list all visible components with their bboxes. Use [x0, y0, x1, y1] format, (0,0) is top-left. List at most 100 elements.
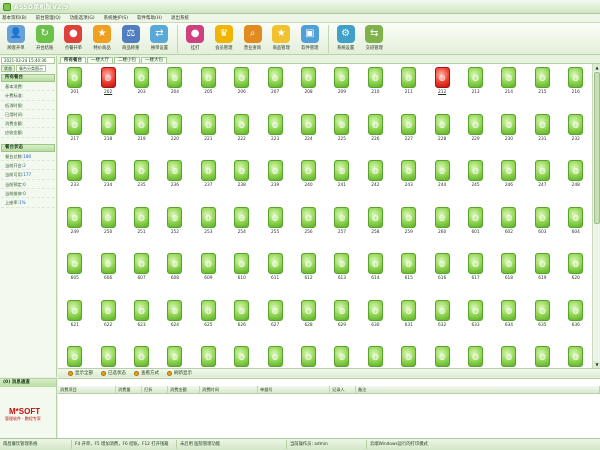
toolbar-button-3[interactable]: ★ 特价商品	[88, 23, 116, 55]
menu-basic[interactable]: 基本资料(B)	[2, 15, 27, 21]
table-244[interactable]: ◍ 244	[425, 157, 459, 207]
table-258[interactable]: ◍ 258	[359, 204, 393, 254]
table-221[interactable]: ◍ 221	[192, 111, 226, 161]
table-644[interactable]: ◍644	[292, 343, 326, 368]
table-204[interactable]: ◍ 204	[158, 64, 192, 114]
table-240[interactable]: ◍ 240	[292, 157, 326, 207]
table-229[interactable]: ◍ 229	[459, 111, 493, 161]
subtab-table-categories[interactable]: 餐台分类图示	[16, 65, 46, 72]
table-260[interactable]: ◍ 260	[425, 204, 459, 254]
table-641[interactable]: ◍641	[192, 343, 226, 368]
table-625[interactable]: ◍ 625	[192, 297, 226, 347]
table-201[interactable]: ◍ 201	[58, 64, 92, 114]
table-601[interactable]: ◍ 601	[459, 204, 493, 254]
table-226[interactable]: ◍ 226	[359, 111, 393, 161]
table-257[interactable]: ◍ 257	[325, 204, 359, 254]
table-639[interactable]: ◍639	[125, 343, 159, 368]
table-645[interactable]: ◍645	[325, 343, 359, 368]
table-633[interactable]: ◍ 633	[459, 297, 493, 347]
table-627[interactable]: ◍ 627	[258, 297, 292, 347]
table-632[interactable]: ◍ 632	[425, 297, 459, 347]
detail-column-header[interactable]: 消费时间	[200, 386, 258, 393]
table-207[interactable]: ◍ 207	[258, 64, 292, 114]
table-604[interactable]: ◍ 604	[559, 204, 592, 254]
table-248[interactable]: ◍ 248	[559, 157, 592, 207]
table-212[interactable]: ◍ 212	[425, 64, 459, 114]
table-607[interactable]: ◍ 607	[125, 250, 159, 300]
table-224[interactable]: ◍ 224	[292, 111, 326, 161]
toolbar-button-1[interactable]: ↻ 开台结账	[31, 23, 59, 55]
scroll-thumb[interactable]	[594, 72, 600, 224]
table-631[interactable]: ◍ 631	[392, 297, 426, 347]
table-634[interactable]: ◍ 634	[492, 297, 526, 347]
table-225[interactable]: ◍ 225	[325, 111, 359, 161]
table-242[interactable]: ◍ 242	[359, 157, 393, 207]
table-219[interactable]: ◍ 219	[125, 111, 159, 161]
table-206[interactable]: ◍ 206	[225, 64, 259, 114]
table-626[interactable]: ◍ 626	[225, 297, 259, 347]
table-256[interactable]: ◍ 256	[292, 204, 326, 254]
table-228[interactable]: ◍ 228	[425, 111, 459, 161]
table-649[interactable]: ◍649	[459, 343, 493, 368]
subtab-status[interactable]: 状态	[1, 65, 15, 72]
table-621[interactable]: ◍ 621	[58, 297, 92, 347]
table-616[interactable]: ◍ 616	[425, 250, 459, 300]
tables-scrollbar[interactable]: ▲ ▼	[592, 64, 600, 368]
table-223[interactable]: ◍ 223	[258, 111, 292, 161]
scroll-up-arrow[interactable]: ▲	[593, 64, 600, 71]
table-642[interactable]: ◍642	[225, 343, 259, 368]
table-610[interactable]: ◍ 610	[225, 250, 259, 300]
section-all-tables-header[interactable]: 所有餐台	[1, 74, 55, 82]
table-210[interactable]: ◍ 210	[359, 64, 393, 114]
table-605[interactable]: ◍ 605	[58, 250, 92, 300]
table-214[interactable]: ◍ 214	[492, 64, 526, 114]
table-611[interactable]: ◍ 611	[258, 250, 292, 300]
table-618[interactable]: ◍ 618	[492, 250, 526, 300]
table-252[interactable]: ◍ 252	[158, 204, 192, 254]
detail-column-header[interactable]: 记录人	[330, 386, 356, 393]
toolbar-button-12[interactable]: ⇆ 交班管理	[360, 23, 388, 55]
menu-help[interactable]: 软件帮助(H)	[137, 15, 162, 21]
table-232[interactable]: ◍ 232	[559, 111, 592, 161]
table-643[interactable]: ◍643	[258, 343, 292, 368]
table-236[interactable]: ◍ 236	[158, 157, 192, 207]
table-217[interactable]: ◍ 217	[58, 111, 92, 161]
show-all-button[interactable]: 显示全部	[68, 370, 93, 376]
message-channel-header[interactable]: (0) 消息通道	[0, 379, 56, 387]
menu-functions[interactable]: 功能选项(G)	[70, 15, 95, 21]
table-234[interactable]: ◍ 234	[91, 157, 125, 207]
table-636[interactable]: ◍ 636	[559, 297, 592, 347]
table-209[interactable]: ◍ 209	[325, 64, 359, 114]
selected-status-button[interactable]: 已选状态	[101, 370, 126, 376]
table-608[interactable]: ◍ 608	[158, 250, 192, 300]
tab-second-floor-small[interactable]: 二楼小包	[114, 57, 140, 63]
table-213[interactable]: ◍ 213	[459, 64, 493, 114]
toolbar-button-9[interactable]: ★ 商品管理	[267, 23, 295, 55]
table-606[interactable]: ◍ 606	[91, 250, 125, 300]
table-241[interactable]: ◍ 241	[325, 157, 359, 207]
table-216[interactable]: ◍ 216	[559, 64, 592, 114]
table-613[interactable]: ◍ 613	[325, 250, 359, 300]
detail-column-header[interactable]: 消费量	[116, 386, 142, 393]
tab-all-tables[interactable]: 所有餐台	[60, 57, 86, 63]
table-218[interactable]: ◍ 218	[91, 111, 125, 161]
menu-system[interactable]: 系统维护(S)	[104, 15, 128, 21]
table-637[interactable]: ◍637	[58, 343, 92, 368]
toolbar-button-2[interactable]: ● 点餐开单	[59, 23, 87, 55]
table-620[interactable]: ◍ 620	[559, 250, 592, 300]
toolbar-button-11[interactable]: ⚙ 系统设置	[332, 23, 360, 55]
table-646[interactable]: ◍646	[359, 343, 393, 368]
table-231[interactable]: ◍ 231	[526, 111, 560, 161]
table-235[interactable]: ◍ 235	[125, 157, 159, 207]
table-253[interactable]: ◍ 253	[192, 204, 226, 254]
detail-column-header[interactable]: 消费金额	[168, 386, 200, 393]
table-259[interactable]: ◍ 259	[392, 204, 426, 254]
table-622[interactable]: ◍ 622	[91, 297, 125, 347]
tab-first-floor-large[interactable]: 一楼大包	[141, 57, 167, 63]
table-203[interactable]: ◍ 203	[125, 64, 159, 114]
table-629[interactable]: ◍ 629	[325, 297, 359, 347]
table-638[interactable]: ◍638	[91, 343, 125, 368]
toolbar-button-5[interactable]: ⇄ 换单设置	[145, 23, 173, 55]
table-652[interactable]: ◍652	[559, 343, 592, 368]
detail-column-header[interactable]: 备注	[356, 386, 600, 393]
